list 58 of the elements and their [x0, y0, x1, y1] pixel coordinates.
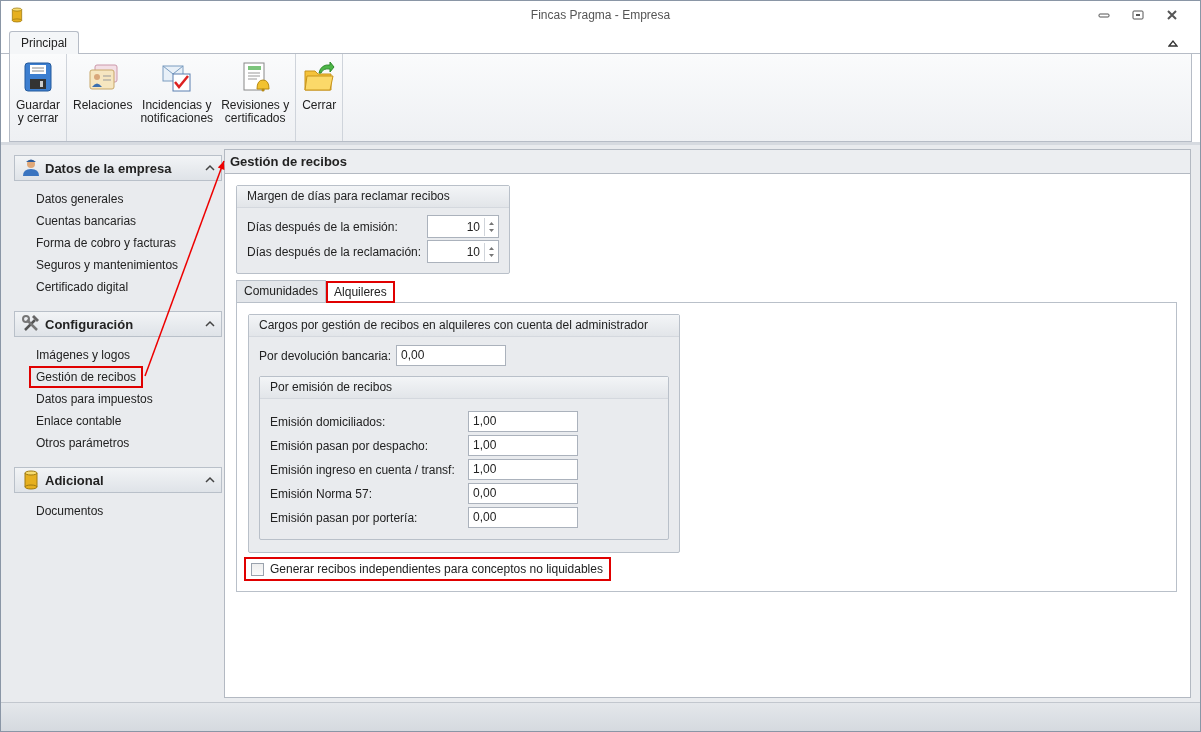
close-icon — [1166, 10, 1178, 20]
checkbox-option[interactable]: Generar recibos independientes para conceptos no liquidables — [244, 557, 611, 581]
sidebar-link[interactable]: Forma de cobro y facturas — [29, 232, 184, 254]
group-title: Margen de días para reclamar recibos — [237, 186, 509, 208]
sidebar-link[interactable]: Documentos — [29, 500, 111, 522]
section-title: Datos de la empresa — [45, 160, 173, 176]
tab[interactable]: Comunidades — [236, 280, 327, 302]
collapse-ribbon-icon — [1168, 39, 1178, 47]
contact-cards-icon — [86, 61, 119, 93]
cylinder-icon — [10, 6, 24, 24]
spin-field[interactable]: 10 — [427, 240, 499, 263]
section-header[interactable]: Adicional — [14, 467, 222, 493]
person-icon — [22, 158, 40, 178]
page-title: Gestión de recibos — [225, 150, 1190, 174]
section-title: Configuración — [45, 316, 135, 332]
folder-arrow-icon — [303, 61, 336, 93]
section-header[interactable]: Datos de la empresa — [14, 155, 222, 181]
ribbon-tab[interactable]: Principal — [9, 31, 80, 54]
sidebar-link[interactable]: Cuentas bancarias — [29, 210, 144, 232]
sidebar-link[interactable]: Gestión de recibos — [29, 366, 144, 388]
ribbon-button[interactable]: Incidencias y notificaciones — [136, 54, 218, 141]
sidebar-link[interactable]: Enlace contable — [29, 410, 129, 432]
cylinder-icon — [22, 470, 40, 490]
input-field[interactable]: 1,00 — [468, 411, 578, 432]
input-field[interactable]: 0,00 — [396, 345, 507, 366]
field-label: Días después de la reclamación: — [247, 244, 423, 259]
field-label: Emisión Norma 57: — [270, 486, 374, 501]
window-title: Fincas Pragma - Empresa — [529, 8, 672, 22]
sidebar-link[interactable]: Datos generales — [29, 188, 131, 210]
ribbon-button[interactable]: Relaciones — [69, 54, 137, 141]
input-field[interactable]: 0,00 — [468, 507, 578, 528]
ribbon-button[interactable]: Guardar y cerrar — [12, 54, 65, 141]
checkbox-label: Generar recibos independientes para conceptos no liquidables — [270, 562, 603, 576]
minimize-icon — [1098, 10, 1110, 20]
input-field[interactable]: 1,00 — [468, 435, 578, 456]
field-label: Emisión ingreso en cuenta / transf: — [270, 462, 456, 477]
field-label: Emisión pasan por portería: — [270, 510, 419, 525]
field-label: Emisión pasan por despacho: — [270, 438, 430, 453]
sidebar-link[interactable]: Imágenes y logos — [29, 344, 138, 366]
maximize-icon — [1132, 10, 1144, 20]
field-label: Días después de la emisión: — [247, 219, 399, 234]
field-label: Por devolución bancaria: — [259, 348, 393, 363]
tab[interactable]: Alquileres — [326, 281, 395, 303]
field-label: Emisión domiciliados: — [270, 414, 387, 429]
section-title: Adicional — [45, 472, 105, 488]
sidebar-link[interactable]: Certificado digital — [29, 276, 136, 298]
group-title: Cargos por gestión de recibos en alquileres con cuenta del administrador — [249, 315, 679, 337]
ribbon-button[interactable]: Cerrar — [298, 54, 341, 141]
sidebar-link[interactable]: Datos para impuestos — [29, 388, 160, 410]
spin-field[interactable]: 10 — [427, 215, 499, 238]
checkbox[interactable] — [251, 562, 264, 576]
sidebar-link[interactable]: Otros parámetros — [29, 432, 137, 454]
input-field[interactable]: 0,00 — [468, 483, 578, 504]
input-field[interactable]: 1,00 — [468, 459, 578, 480]
group-title: Por emisión de recibos — [260, 377, 668, 399]
ribbon-button[interactable]: Revisiones y certificados — [217, 54, 294, 141]
sidebar-link[interactable]: Seguros y mantenimientos — [29, 254, 186, 276]
section-header[interactable]: Configuración — [14, 311, 222, 337]
